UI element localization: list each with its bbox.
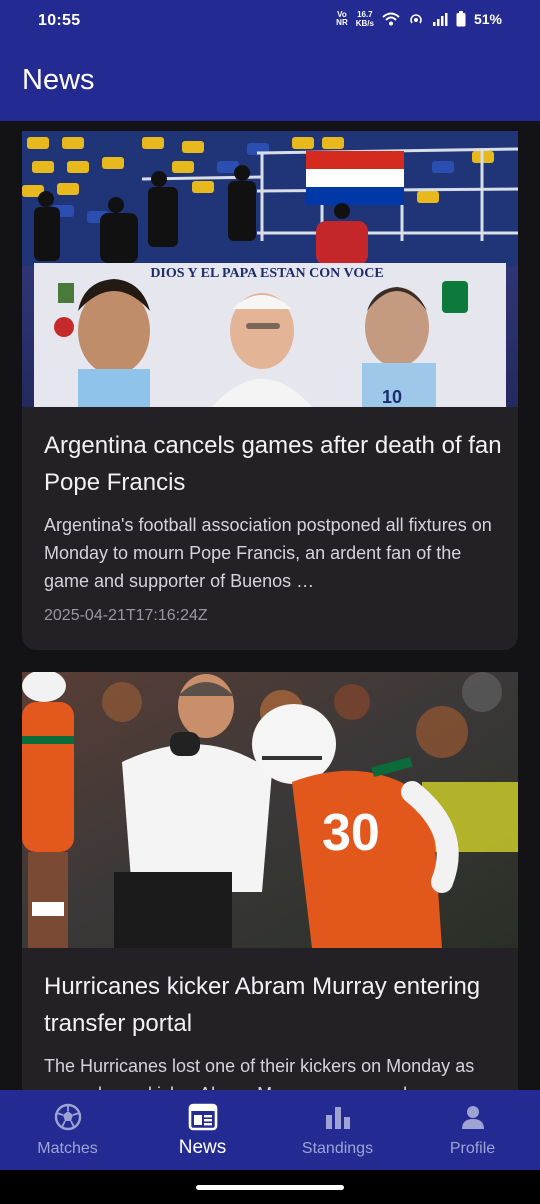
jersey-number: 30 <box>322 804 380 862</box>
status-time: 10:55 <box>38 12 81 29</box>
gesture-area <box>0 1170 540 1204</box>
soccer-ball-icon <box>53 1102 83 1132</box>
battery-percent: 51% <box>473 11 502 27</box>
news-list[interactable]: DIOS Y EL PAPA ESTAN CON VOCE 10 Argenti… <box>0 121 540 1090</box>
battery-icon <box>456 11 466 27</box>
network-speed: 16.7 KB/s <box>356 10 374 28</box>
article-title[interactable]: Argentina cancels games after death of f… <box>44 427 504 501</box>
status-icons: Vo NR 16.7 KB/s 51% <box>336 10 502 28</box>
home-gesture-bar[interactable] <box>196 1185 344 1190</box>
speed-value: 16.7 <box>357 10 373 19</box>
article-image: DIOS Y EL PAPA ESTAN CON VOCE 10 <box>22 131 518 407</box>
nav-label: Standings <box>301 1140 374 1157</box>
signal-icon <box>432 12 448 26</box>
speed-unit: KB/s <box>355 19 374 28</box>
banner-text: DIOS Y EL PAPA ESTAN CON VOCE <box>150 266 383 281</box>
article-description: The Hurricanes lost one of their kickers… <box>44 1056 475 1090</box>
nav-matches[interactable]: Matches <box>0 1090 135 1170</box>
nav-profile[interactable]: Profile <box>405 1090 540 1170</box>
news-card[interactable]: 30 Hurricanes kicker Abram Murray enteri… <box>22 672 518 1090</box>
hotspot-icon <box>408 12 424 26</box>
article-image: 30 <box>22 672 518 948</box>
app-bar: News <box>0 44 540 121</box>
news-card[interactable]: DIOS Y EL PAPA ESTAN CON VOCE 10 Argenti… <box>22 131 518 650</box>
article-title[interactable]: Hurricanes kicker Abram Murray entering … <box>44 968 504 1042</box>
nav-label: News <box>178 1137 227 1158</box>
article-description: Argentina's football association postpon… <box>44 515 492 591</box>
nav-label: Profile <box>449 1140 496 1157</box>
wifi-icon <box>382 12 400 26</box>
svg-text:10: 10 <box>382 387 402 407</box>
newspaper-icon <box>188 1102 218 1132</box>
nav-news[interactable]: News <box>135 1090 270 1170</box>
person-icon <box>458 1102 488 1132</box>
nav-label: Matches <box>37 1140 98 1157</box>
article-date: 2025-04-21T17:16:24Z <box>44 607 208 624</box>
status-bar: 10:55 Vo NR 16.7 KB/s 51% <box>0 0 540 44</box>
volte-bottom: NR <box>336 18 348 27</box>
bar-chart-icon <box>323 1102 353 1132</box>
bottom-navigation: Matches News Standings Profile <box>0 1090 540 1170</box>
page-title: News <box>22 64 95 96</box>
nav-standings[interactable]: Standings <box>270 1090 405 1170</box>
volte-indicator: Vo NR <box>336 11 348 27</box>
